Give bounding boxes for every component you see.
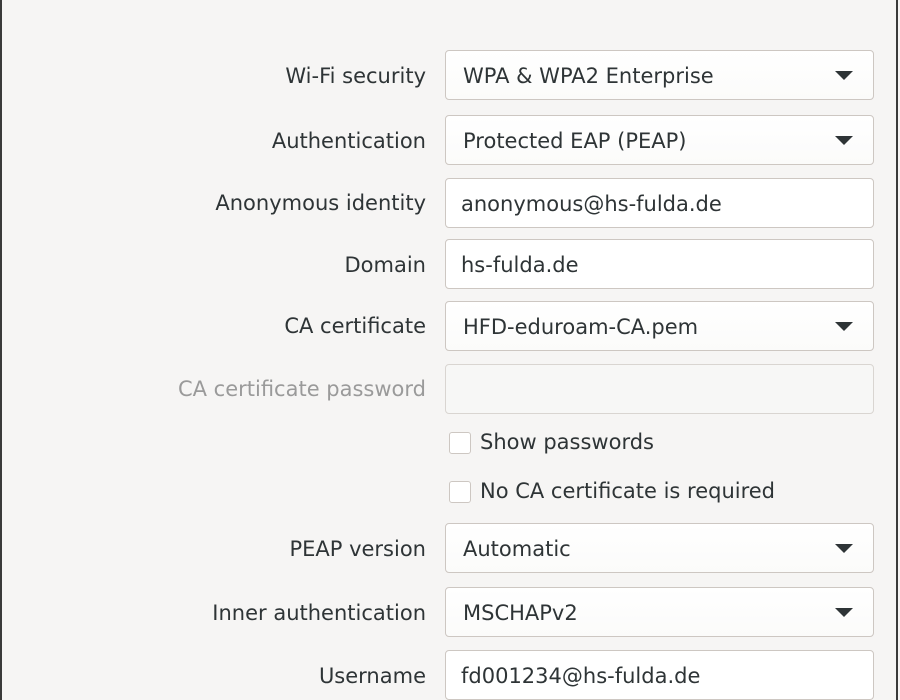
chevron-down-icon [835, 136, 853, 145]
username-field[interactable]: fd001234@hs-fulda.de [445, 650, 874, 700]
no-ca-required-label[interactable]: No CA certificate is required [480, 479, 775, 503]
ca-certificate-dropdown[interactable]: HFD-eduroam-CA.pem [445, 301, 874, 351]
domain-label: Domain [344, 253, 427, 277]
wifi-security-settings-panel: Wi-Fi security WPA & WPA2 Enterprise Aut… [0, 0, 898, 700]
username-value: fd001234@hs-fulda.de [461, 664, 701, 688]
domain-field[interactable]: hs-fulda.de [445, 239, 874, 289]
authentication-label: Authentication [271, 129, 426, 153]
username-label: Username [318, 664, 426, 688]
inner-authentication-dropdown[interactable]: MSCHAPv2 [445, 587, 874, 637]
peap-version-value: Automatic [463, 537, 571, 561]
show-passwords-label[interactable]: Show passwords [480, 430, 654, 454]
wifi-security-dropdown[interactable]: WPA & WPA2 Enterprise [445, 50, 874, 100]
chevron-down-icon [835, 544, 853, 553]
ca-certificate-value: HFD-eduroam-CA.pem [463, 315, 699, 339]
ca-certificate-password-label: CA certificate password [177, 377, 426, 401]
show-passwords-checkbox[interactable] [449, 432, 471, 454]
authentication-dropdown[interactable]: Protected EAP (PEAP) [445, 115, 874, 165]
anonymous-identity-field[interactable]: anonymous@hs-fulda.de [445, 178, 874, 228]
no-ca-required-checkbox[interactable] [449, 481, 471, 503]
chevron-down-icon [835, 608, 853, 617]
inner-authentication-label: Inner authentication [212, 601, 426, 625]
wifi-security-value: WPA & WPA2 Enterprise [463, 64, 714, 88]
authentication-value: Protected EAP (PEAP) [463, 129, 687, 153]
ca-certificate-password-field [445, 364, 874, 414]
peap-version-label: PEAP version [289, 537, 426, 561]
ca-certificate-label: CA certificate [284, 314, 426, 338]
anonymous-identity-label: Anonymous identity [215, 191, 426, 215]
domain-value: hs-fulda.de [461, 253, 579, 277]
chevron-down-icon [835, 322, 853, 331]
wifi-security-label: Wi-Fi security [285, 64, 426, 88]
anonymous-identity-value: anonymous@hs-fulda.de [461, 192, 722, 216]
chevron-down-icon [835, 71, 853, 80]
peap-version-dropdown[interactable]: Automatic [445, 523, 874, 573]
inner-authentication-value: MSCHAPv2 [463, 601, 578, 625]
